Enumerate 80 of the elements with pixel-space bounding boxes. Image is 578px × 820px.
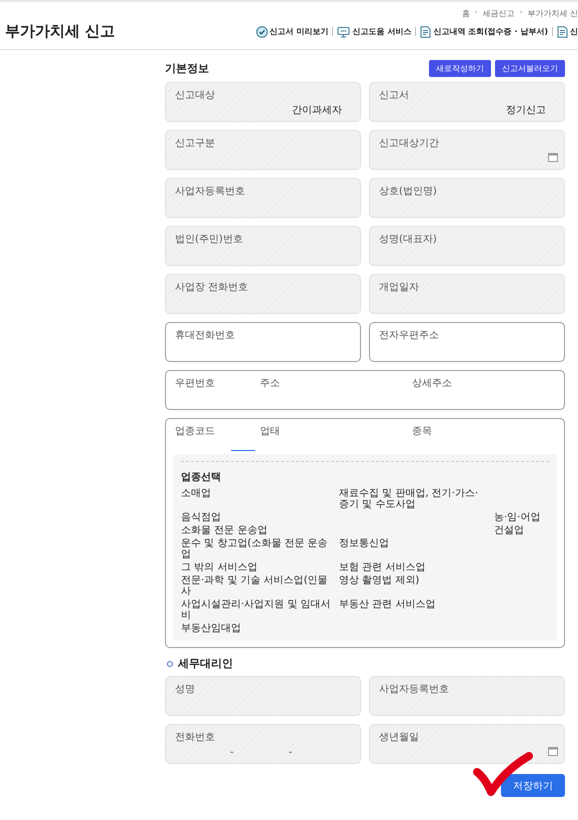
- form-field[interactable]: 법인(주민)번호: [165, 226, 361, 266]
- industry-option[interactable]: 영상 촬영법 제외): [339, 575, 486, 586]
- form-field[interactable]: 사업장 전화번호: [165, 274, 361, 314]
- form-field[interactable]: 신고대상 간이과세자: [165, 82, 361, 122]
- field-label: 신고대상: [175, 89, 216, 102]
- form-field[interactable]: 신고서 정기신고: [369, 82, 565, 122]
- field-label: 사업자등록번호: [175, 185, 246, 198]
- breadcrumb-link[interactable]: 홈: [462, 8, 470, 22]
- industry-option[interactable]: 사업시설관리·사업지원 및 임대서비: [181, 599, 331, 621]
- breadcrumb-link[interactable]: 세금신고: [482, 8, 515, 22]
- form-field[interactable]: 상호(법인명): [369, 178, 565, 218]
- field-label: 신고대상기간: [379, 137, 440, 150]
- column-label: 종목: [412, 425, 433, 438]
- form-field[interactable]: 신고대상기간: [369, 130, 565, 170]
- industry-option[interactable]: 재료수집 및 판매업, 전기·가스·증기 및 수도사업: [339, 488, 486, 510]
- form-field[interactable]: 전자우편주소: [369, 322, 565, 362]
- action-button[interactable]: 새로작성하기: [429, 60, 491, 77]
- field-label: 전자우편주소: [379, 329, 440, 342]
- form-field[interactable]: 성명: [165, 676, 361, 716]
- industry-option[interactable]: 부동산임대업: [181, 623, 331, 634]
- document-icon: [557, 26, 568, 38]
- field-value: 간이과세자: [292, 104, 342, 117]
- field-label: 신고서: [379, 89, 410, 102]
- field-label: 전화번호: [175, 731, 216, 744]
- breadcrumb-link[interactable]: 부가가치세 신: [527, 8, 578, 22]
- industry-option[interactable]: 전문·과학 및 기술 서비스업(인물사: [181, 575, 331, 597]
- header-link[interactable]: 신: [557, 26, 578, 38]
- form-field[interactable]: 개업일자: [369, 274, 565, 314]
- industry-option[interactable]: 운수 및 창고업(소화물 전문 운송업: [181, 538, 331, 560]
- form-field[interactable]: 신고구분: [165, 130, 361, 170]
- header-link[interactable]: 신고도움 서비스: [337, 26, 412, 38]
- industry-option[interactable]: 부동산 관련 서비스업: [339, 599, 486, 610]
- field-label: 법인(주민)번호: [175, 233, 244, 246]
- panel-title: 업종선택: [181, 471, 222, 484]
- form-field[interactable]: 전화번호 - -: [165, 724, 361, 764]
- section-title: 기본정보: [165, 61, 209, 76]
- calendar-icon[interactable]: [548, 152, 558, 162]
- field-label: 주소: [260, 377, 281, 391]
- industry-option[interactable]: 소매업: [181, 488, 331, 499]
- industry-option[interactable]: 그 밖의 서비스업: [181, 562, 331, 573]
- field-label: 신고구분: [175, 137, 216, 150]
- field-label: 사업장 전화번호: [175, 281, 250, 294]
- industry-option[interactable]: 정보통신업: [339, 538, 486, 549]
- section-title: 세무대리인: [178, 656, 233, 671]
- document-icon: [420, 26, 432, 38]
- header-link[interactable]: 신고서 미리보기: [256, 26, 328, 38]
- field-label: 사업자등록번호: [379, 683, 450, 696]
- form-field[interactable]: 사업자등록번호: [369, 676, 565, 716]
- field-label: 생년월일: [379, 731, 420, 744]
- industry-option[interactable]: 농·임·어업: [494, 512, 549, 523]
- header-link[interactable]: 신고내역 조회(접수증 · 납부서): [420, 26, 548, 38]
- industry-option[interactable]: 소화물 전문 운송업: [181, 525, 331, 536]
- form-field[interactable]: 생년월일: [369, 724, 565, 764]
- field-label: 개업일자: [379, 281, 420, 294]
- calendar-icon[interactable]: [548, 746, 558, 756]
- check-circle-icon: [256, 26, 268, 38]
- field-label: 성명(대표자): [379, 233, 438, 246]
- form-field[interactable]: 사업자등록번호: [165, 178, 361, 218]
- address-field[interactable]: 우편번호 주소 상세주소: [165, 370, 565, 410]
- form-field[interactable]: 휴대전화번호: [165, 322, 361, 362]
- save-button[interactable]: 저장하기: [501, 774, 565, 797]
- field-label: 상호(법인명): [379, 185, 438, 198]
- field-label: 성명: [175, 683, 196, 696]
- tab-indicator: [231, 450, 255, 451]
- industry-option[interactable]: 건설업: [494, 525, 549, 536]
- field-label: 휴대전화번호: [175, 329, 236, 342]
- field-label: 상세주소: [412, 377, 453, 391]
- separator-text: -: [288, 747, 292, 758]
- separator-text: -: [230, 747, 234, 758]
- bullet-icon: [167, 660, 173, 666]
- column-label: 업태: [260, 425, 281, 438]
- field-label: 우편번호: [175, 377, 216, 391]
- column-label: 업종코드: [175, 425, 216, 438]
- industry-option[interactable]: 음식점업: [181, 512, 331, 523]
- monitor-icon: [337, 26, 350, 38]
- page-title: 부가가치세 신고: [5, 22, 116, 41]
- action-button[interactable]: 신고서불러오기: [495, 60, 565, 77]
- field-value: 정기신고: [506, 104, 546, 117]
- industry-option[interactable]: 보험 관련 서비스업: [339, 562, 486, 573]
- form-field[interactable]: 성명(대표자): [369, 226, 565, 266]
